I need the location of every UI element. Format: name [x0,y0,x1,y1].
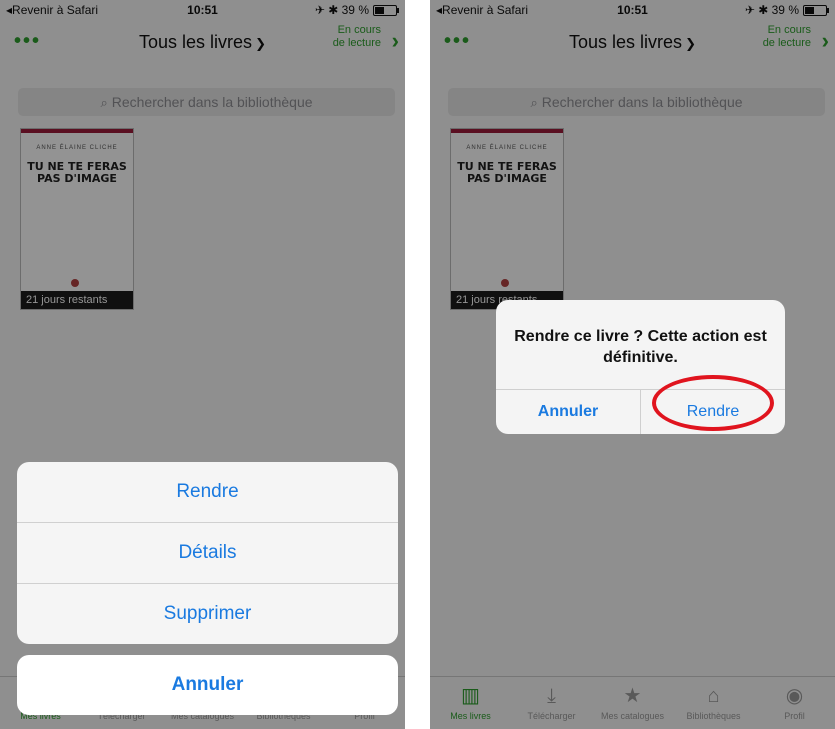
phone-screen-right: ◂Revenir à Safari 10:51 ✈ ✱ 39 % ••• Tou… [430,0,835,729]
phone-screen-left: ◂Revenir à Safari 10:51 ✈ ✱ 39 % ••• Tou… [0,0,405,729]
action-sheet: Rendre Détails Supprimer [17,462,398,644]
cancel-button[interactable]: Annuler [17,655,398,715]
details-button[interactable]: Détails [17,523,398,584]
dialog-message: Rendre ce livre ? Cette action est défin… [514,328,767,366]
return-confirm-dialog: Rendre ce livre ? Cette action est défin… [496,300,785,434]
delete-button[interactable]: Supprimer [17,584,398,644]
return-book-button[interactable]: Rendre [17,462,398,523]
dialog-cancel-button[interactable]: Annuler [496,390,641,434]
highlight-circle [652,375,774,431]
